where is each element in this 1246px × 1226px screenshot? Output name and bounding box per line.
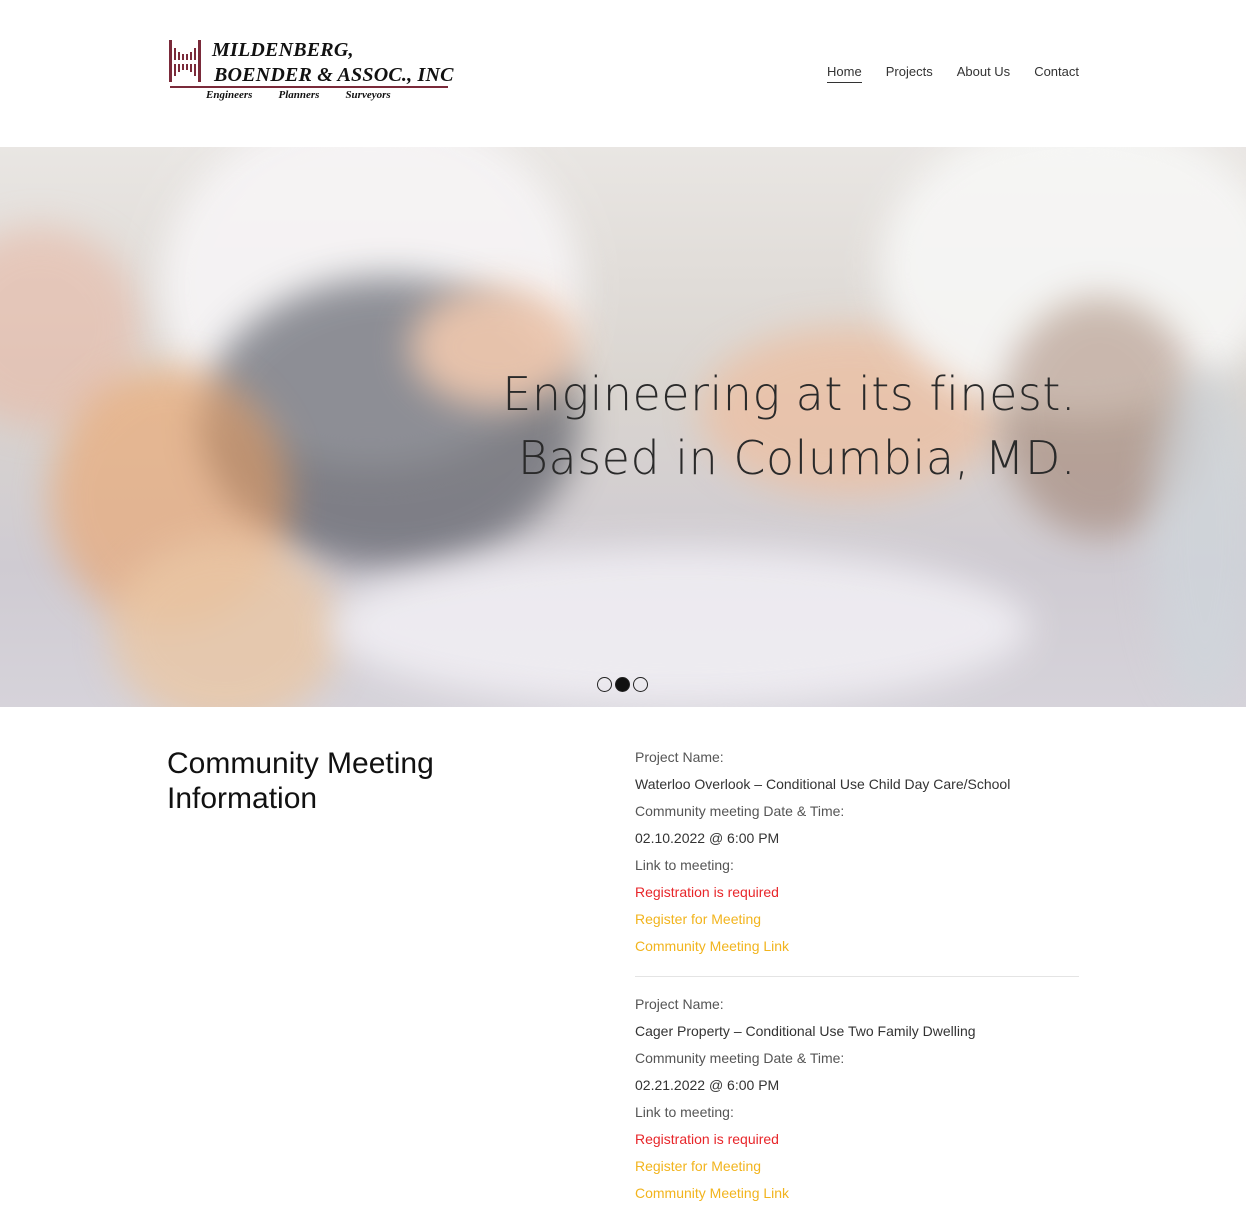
link-label: Link to meeting: [635,1104,734,1120]
meetings-list: Project Name: Waterloo Overlook – Condit… [635,744,1079,1223]
registration-note: Registration is required [635,884,779,900]
date-value: 02.21.2022 @ 6:00 PM [635,1077,780,1093]
hero-heading-line-1: Engineering at its finest. [502,367,1076,421]
section-title: Community Meeting Information [167,747,434,815]
main-nav: Home Projects About Us Contact [827,64,1079,83]
hero-heading: Engineering at its finest. Based in Colu… [502,362,1076,490]
logo-tag-engineers: Engineers [206,89,253,101]
slider-dot-1[interactable] [597,677,612,692]
project-name: Waterloo Overlook – Conditional Use Chil… [635,776,1011,792]
logo-rule [170,86,448,88]
nav-projects[interactable]: Projects [886,64,933,83]
logo-line-1: MILDENBERG, [212,39,354,61]
project-label: Project Name: [635,996,724,1012]
nav-about-us[interactable]: About Us [957,64,1010,83]
link-label: Link to meeting: [635,857,734,873]
site-header: MILDENBERG, BOENDER & ASSOC., INC Engine… [0,0,1246,147]
meeting-link[interactable]: Community Meeting Link [635,1180,1079,1207]
slider-dot-3[interactable] [633,677,648,692]
meeting-entry: Project Name: Cager Property – Condition… [635,976,1079,1223]
logo-mark-icon [169,40,201,82]
nav-home[interactable]: Home [827,64,862,83]
meeting-link[interactable]: Community Meeting Link [635,933,1079,960]
project-label: Project Name: [635,749,724,765]
register-link[interactable]: Register for Meeting [635,1153,1079,1180]
logo-tagline: Engineers Planners Surveyors [206,89,446,101]
nav-contact[interactable]: Contact [1034,64,1079,83]
logo-tag-planners: Planners [278,89,320,101]
hero-heading-line-2: Based in Columbia, MD. [517,431,1076,485]
register-link[interactable]: Register for Meeting [635,906,1079,933]
logo-tag-surveyors: Surveyors [345,89,391,101]
date-label: Community meeting Date & Time: [635,1050,845,1066]
meeting-entry: Project Name: Waterloo Overlook – Condit… [635,744,1079,976]
slider-dots [597,677,648,692]
logo-line-2: BOENDER & ASSOC., INC [214,64,454,86]
slider-dot-2[interactable] [615,677,630,692]
company-logo[interactable]: MILDENBERG, BOENDER & ASSOC., INC Engine… [168,38,453,106]
date-value: 02.10.2022 @ 6:00 PM [635,830,780,846]
project-name: Cager Property – Conditional Use Two Fam… [635,1023,976,1039]
registration-note: Registration is required [635,1131,779,1147]
date-label: Community meeting Date & Time: [635,803,845,819]
hero-slider: Engineering at its finest. Based in Colu… [0,147,1246,707]
